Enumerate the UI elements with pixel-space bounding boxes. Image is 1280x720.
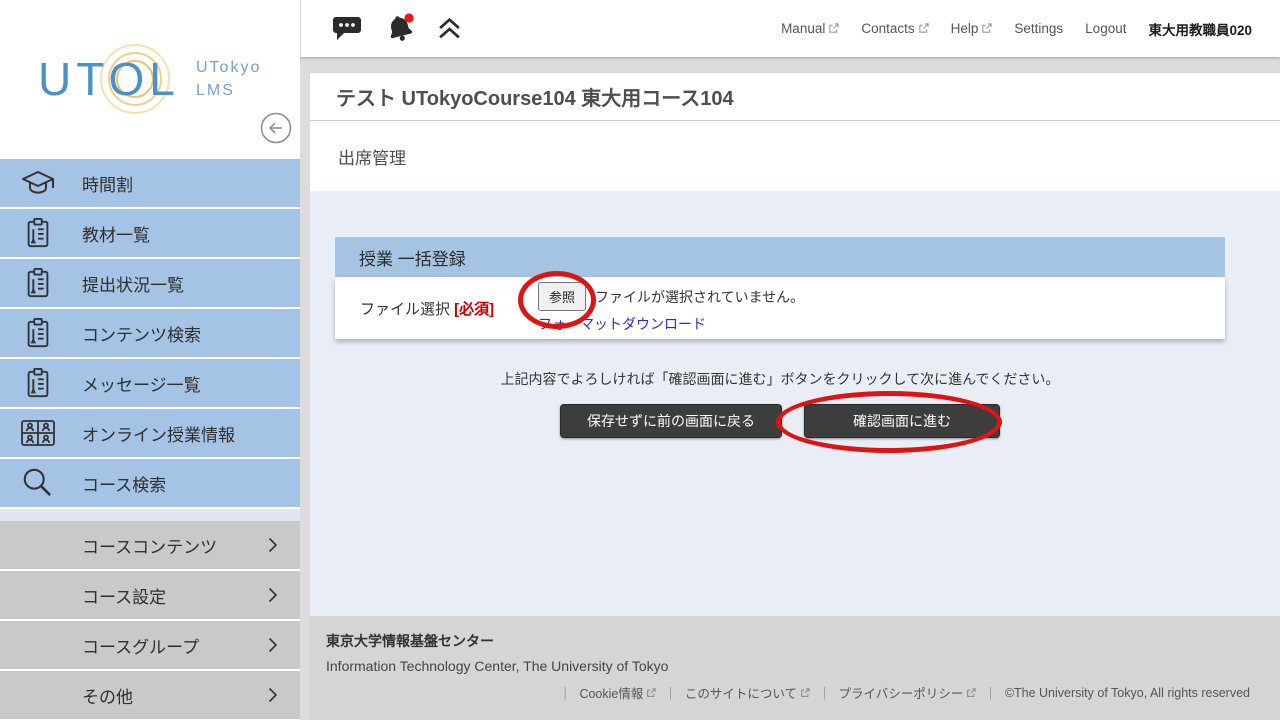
no-file-selected-text: ファイルが選択されていません。 [595,287,804,307]
sidebar-item-content-search[interactable]: コンテンツ検索 [0,309,300,357]
panel-title: 授業 一括登録 [359,245,466,270]
clipboard-icon [18,266,58,300]
content-area: 授業 一括登録 ファイル選択 [必須] 参照 ファイルが選択されていません。 フ… [310,191,1280,616]
search-icon [18,466,58,500]
sidebar-item-label: コンテンツ検索 [82,321,201,346]
footer: 東京大学情報基盤センター Information Technology Cent… [310,616,1280,720]
course-title-bar: テスト UTokyoCourse104 東大用コース104 [310,73,1280,121]
help-link[interactable]: Help [951,21,993,36]
section-header: 出席管理 [310,121,1280,191]
sidebar-accordion-course-contents[interactable]: コースコンテンツ [0,521,300,569]
sidebar-accordion-others[interactable]: その他 [0,671,300,719]
manual-link[interactable]: Manual [781,21,839,36]
chevron-right-icon [268,687,278,703]
about-site-link[interactable]: このサイトについて [685,683,810,702]
panel-body: ファイル選択 [必須] 参照 ファイルが選択されていません。 フォーマットダウン… [335,277,1225,339]
action-buttons-row: 保存せずに前の画面に戻る 確認画面に進む [335,404,1225,438]
sidebar-item-label: 教材一覧 [82,221,150,246]
logo-subtitle: UTokyo LMS [196,56,261,102]
main-area: Manual Contacts Help Settings [300,0,1280,720]
meeting-grid-icon [18,419,58,447]
sidebar-item-submissions[interactable]: 提出状況一覧 [0,259,300,307]
sidebar-item-materials[interactable]: 教材一覧 [0,209,300,257]
bulk-register-panel: 授業 一括登録 ファイル選択 [必須] 参照 ファイルが選択されていません。 フ… [335,237,1225,339]
external-link-icon [981,23,992,34]
privacy-policy-link[interactable]: プライバシーポリシー [839,683,977,702]
back-without-save-button[interactable]: 保存せずに前の画面に戻る [560,404,782,438]
sidebar-item-label: オンライン授業情報 [82,421,235,446]
sidebar-header: UTOL UTokyo LMS [0,0,300,159]
message-bubble-icon[interactable] [331,15,363,43]
chevron-right-icon [268,587,278,603]
topbar: Manual Contacts Help Settings [300,0,1280,57]
graduation-cap-icon [18,169,58,197]
course-title: テスト UTokyoCourse104 東大用コース104 [336,82,734,111]
user-name: 東大用教職員020 [1148,19,1252,39]
utol-logo[interactable]: UTOL UTokyo LMS [38,46,278,112]
sidebar-item-label: コース検索 [82,471,166,496]
clipboard-icon [18,216,58,250]
proceed-to-confirm-button[interactable]: 確認画面に進む [804,404,1000,438]
chevron-right-icon [268,537,278,553]
external-link-icon [800,688,810,698]
external-link-icon [966,688,976,698]
browse-button[interactable]: 参照 [538,282,586,311]
footer-copyright: ©The University of Tokyo, All rights res… [1005,686,1250,700]
sidebar-item-course-search[interactable]: コース検索 [0,459,300,507]
section-title: 出席管理 [338,144,406,169]
chevron-right-icon [268,637,278,653]
sidebar-item-messages[interactable]: メッセージ一覧 [0,359,300,407]
sidebar-collapse-button[interactable] [260,112,292,144]
settings-link[interactable]: Settings [1014,21,1063,36]
sidebar-item-timetable[interactable]: 時間割 [0,159,300,207]
sidebar-item-online-class-info[interactable]: オンライン授業情報 [0,409,300,457]
sidebar-item-label: 提出状況一覧 [82,271,184,296]
footer-links-row: ｜ Cookie情報 ｜ このサイトについて ｜ プライバシーポリシー [326,683,1250,702]
top-gap [310,57,1280,73]
external-link-icon [828,23,839,34]
sidebar-item-label: 時間割 [82,171,133,196]
sidebar-spacer [0,509,300,521]
instruction-text: 上記内容でよろしければ「確認画面に進む」ボタンをクリックして次に進んでください。 [335,369,1225,389]
collapse-up-icon[interactable] [437,16,462,42]
sidebar: UTOL UTokyo LMS 時間割 [0,0,300,720]
required-badge: [必須] [454,301,494,318]
format-download-link[interactable]: フォーマットダウンロード [538,314,804,334]
footer-org-ja: 東京大学情報基盤センター [326,631,1250,651]
logo-title: UTOL [38,52,180,106]
file-select-label: ファイル選択 [必須] [360,298,538,319]
logout-link[interactable]: Logout [1085,21,1126,36]
notification-bell-icon[interactable] [381,10,419,48]
panel-header: 授業 一括登録 [335,237,1225,277]
contacts-link[interactable]: Contacts [861,21,928,36]
cookie-info-link[interactable]: Cookie情報 [579,683,656,702]
sidebar-accordion-course-group[interactable]: コースグループ [0,621,300,669]
external-link-icon [646,688,656,698]
footer-org-en: Information Technology Center, The Unive… [326,658,1250,674]
clipboard-icon [18,366,58,400]
arrow-left-circle-icon [260,112,292,144]
clipboard-icon [18,316,58,350]
sidebar-accordion-course-settings[interactable]: コース設定 [0,571,300,619]
external-link-icon [918,23,929,34]
sidebar-item-label: メッセージ一覧 [82,371,201,396]
